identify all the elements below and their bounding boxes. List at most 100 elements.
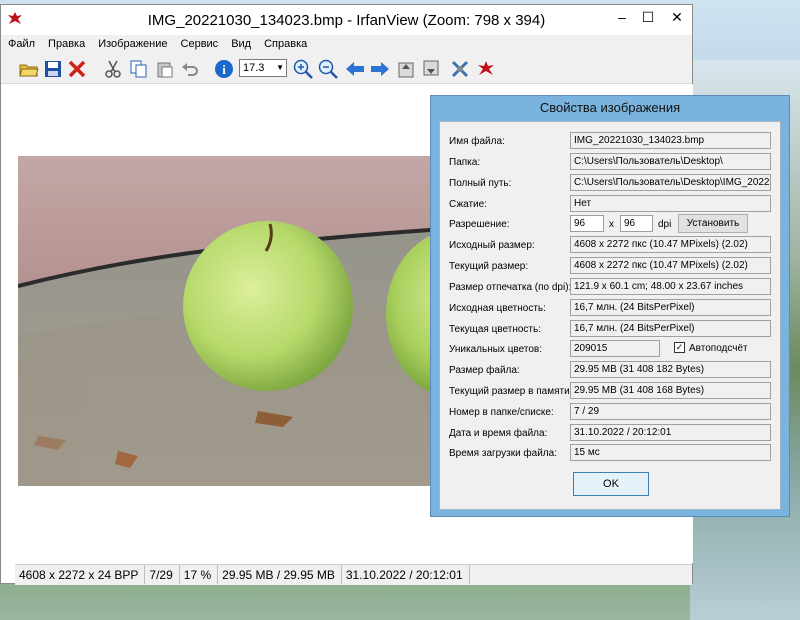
row-memory-size: Текущий размер в памяти: 29.95 MB (31 408… bbox=[440, 381, 782, 401]
row-value[interactable]: Нет bbox=[570, 195, 771, 212]
row-label: Номер в папке/списке: bbox=[449, 407, 554, 418]
menu-bar: Файл Правка Изображение Сервис Вид Справка bbox=[1, 35, 692, 55]
zoom-select[interactable]: 17.3 ▼ bbox=[239, 59, 287, 77]
row-label: Имя файла: bbox=[449, 136, 505, 147]
row-current-size: Текущий размер: 4608 x 2272 пкс (10.47 MP… bbox=[440, 256, 782, 276]
dpi-x-input[interactable]: 96 bbox=[570, 215, 604, 232]
window-title: IMG_20221030_134023.bmp - IrfanView (Zoo… bbox=[147, 12, 546, 29]
paste-icon[interactable] bbox=[154, 58, 176, 80]
dpi-y-input[interactable]: 96 bbox=[620, 215, 653, 232]
save-icon[interactable] bbox=[42, 58, 64, 80]
row-label: Исходная цветность: bbox=[449, 303, 546, 314]
menu-view[interactable]: Вид bbox=[224, 35, 257, 50]
row-folder-index: Номер в папке/списке: 7 / 29 bbox=[440, 402, 782, 422]
svg-text:i: i bbox=[222, 62, 226, 77]
status-bar: 4608 x 2272 x 24 BPP 7/29 17 % 29.95 MB / 2… bbox=[15, 564, 692, 585]
open-folder-icon[interactable] bbox=[18, 58, 40, 80]
image-properties-dialog: Свойства изображения Имя файла: IMG_20221… bbox=[430, 95, 790, 517]
row-value[interactable]: 7 / 29 bbox=[570, 403, 771, 420]
close-button[interactable]: ✕ bbox=[661, 5, 693, 29]
row-label: Уникальных цветов: bbox=[449, 344, 542, 355]
maximize-icon: ☐ bbox=[641, 8, 655, 25]
row-label: Текущий размер: bbox=[449, 261, 529, 272]
row-folder: Папка: C:\Users\Пользователь\Desktop\ bbox=[440, 152, 782, 172]
status-zoom: 17 % bbox=[180, 565, 219, 584]
set-resolution-button[interactable]: Установить bbox=[678, 214, 748, 233]
row-value[interactable]: C:\Users\Пользователь\Desktop\IMG_202210… bbox=[570, 174, 771, 191]
status-index: 7/29 bbox=[145, 565, 180, 584]
row-value[interactable]: 4608 x 2272 пкс (10.47 MPixels) (2.02) bbox=[570, 257, 771, 274]
row-label: Разрешение: bbox=[449, 219, 510, 230]
chevron-down-icon: ▼ bbox=[276, 63, 284, 72]
info-icon[interactable]: i bbox=[213, 58, 235, 80]
next-icon[interactable] bbox=[369, 58, 391, 80]
ok-button[interactable]: OK bbox=[573, 472, 649, 496]
row-label: Время загрузки файла: bbox=[449, 448, 557, 459]
menu-edit[interactable]: Правка bbox=[41, 35, 91, 50]
status-datetime: 31.10.2022 / 20:12:01 bbox=[342, 565, 470, 584]
row-label: Размер отпечатка (по dpi): bbox=[449, 282, 572, 293]
menu-image[interactable]: Изображение bbox=[91, 35, 173, 50]
row-label: Дата и время файла: bbox=[449, 428, 548, 439]
toolbar: i 17.3 ▼ bbox=[1, 55, 692, 84]
irfanview-icon[interactable] bbox=[475, 58, 497, 80]
row-original-colors: Исходная цветность: 16,7 млн. (24 BitsPer… bbox=[440, 298, 782, 318]
zoom-value: 17.3 bbox=[243, 62, 265, 74]
cut-icon[interactable] bbox=[102, 58, 124, 80]
settings-icon[interactable] bbox=[449, 58, 471, 80]
status-dimensions: 4608 x 2272 x 24 BPP bbox=[15, 565, 146, 584]
row-full-path: Полный путь: C:\Users\Пользователь\Deskto… bbox=[440, 173, 782, 193]
copy-icon[interactable] bbox=[128, 58, 150, 80]
row-value[interactable]: 29.95 MB (31 408 182 Bytes) bbox=[570, 361, 771, 378]
next-page-icon[interactable] bbox=[421, 58, 443, 80]
row-unique-colors: Уникальных цветов: 209015 ✓ Автоподсчёт bbox=[440, 339, 782, 359]
row-current-colors: Текущая цветность: 16,7 млн. (24 BitsPerP… bbox=[440, 319, 782, 339]
prev-page-icon[interactable] bbox=[396, 58, 418, 80]
previous-icon[interactable] bbox=[344, 58, 366, 80]
title-bar: IMG_20221030_134023.bmp - IrfanView (Zoo… bbox=[1, 5, 692, 35]
row-label: Текущая цветность: bbox=[449, 324, 541, 335]
row-value[interactable]: 16,7 млн. (24 BitsPerPixel) bbox=[570, 299, 771, 316]
zoom-in-icon[interactable] bbox=[292, 58, 314, 80]
close-icon: ✕ bbox=[671, 8, 683, 25]
row-resolution: Разрешение: 96 x 96 dpi Установить bbox=[440, 214, 782, 234]
maximize-button[interactable]: ☐ bbox=[635, 5, 661, 29]
zoom-out-icon[interactable] bbox=[317, 58, 339, 80]
row-label: Полный путь: bbox=[449, 178, 512, 189]
auto-count-label: Автоподсчёт bbox=[689, 343, 748, 354]
row-value[interactable]: 15 мс bbox=[570, 444, 771, 461]
menu-options[interactable]: Сервис bbox=[174, 35, 225, 50]
status-size: 29.95 MB / 29.95 MB bbox=[218, 565, 342, 584]
row-label: Размер файла: bbox=[449, 365, 520, 376]
minimize-icon: – bbox=[618, 9, 626, 25]
row-value[interactable]: C:\Users\Пользователь\Desktop\ bbox=[570, 153, 771, 170]
menu-help[interactable]: Справка bbox=[257, 35, 313, 50]
dialog-body: Имя файла: IMG_20221030_134023.bmp Папка:… bbox=[439, 121, 781, 510]
row-value[interactable]: 121.9 x 60.1 cm; 48.00 x 23.67 inches bbox=[570, 278, 771, 295]
row-print-size: Размер отпечатка (по dpi): 121.9 x 60.1 c… bbox=[440, 277, 782, 297]
row-value[interactable]: 4608 x 2272 пкс (10.47 MPixels) (2.02) bbox=[570, 236, 771, 253]
row-label: Исходный размер: bbox=[449, 240, 535, 251]
delete-icon[interactable] bbox=[66, 58, 88, 80]
minimize-button[interactable]: – bbox=[609, 5, 635, 29]
row-load-time: Время загрузки файла: 15 мс bbox=[440, 443, 782, 463]
row-file-size: Размер файла: 29.95 MB (31 408 182 Bytes) bbox=[440, 360, 782, 380]
row-value[interactable]: 29.95 MB (31 408 168 Bytes) bbox=[570, 382, 771, 399]
row-file-name: Имя файла: IMG_20221030_134023.bmp bbox=[440, 131, 782, 151]
undo-icon[interactable] bbox=[179, 58, 201, 80]
row-value[interactable]: 16,7 млн. (24 BitsPerPixel) bbox=[570, 320, 771, 337]
row-label: Папка: bbox=[449, 157, 481, 168]
dialog-title: Свойства изображения bbox=[539, 100, 681, 115]
row-original-size: Исходный размер: 4608 x 2272 пкс (10.47 M… bbox=[440, 235, 782, 255]
dpi-unit: dpi bbox=[658, 219, 672, 230]
row-file-datetime: Дата и время файла: 31.10.2022 / 20:12:01 bbox=[440, 423, 782, 443]
row-compression: Сжатие: Нет bbox=[440, 194, 782, 214]
menu-file[interactable]: Файл bbox=[1, 35, 41, 50]
auto-count-checkbox[interactable]: ✓ bbox=[674, 342, 685, 353]
row-value[interactable]: 209015 bbox=[570, 340, 660, 357]
row-label: Сжатие: bbox=[449, 199, 487, 210]
row-value[interactable]: IMG_20221030_134023.bmp bbox=[570, 132, 771, 149]
dpi-separator: x bbox=[609, 219, 614, 230]
row-value[interactable]: 31.10.2022 / 20:12:01 bbox=[570, 424, 771, 441]
row-label: Текущий размер в памяти: bbox=[449, 386, 573, 397]
